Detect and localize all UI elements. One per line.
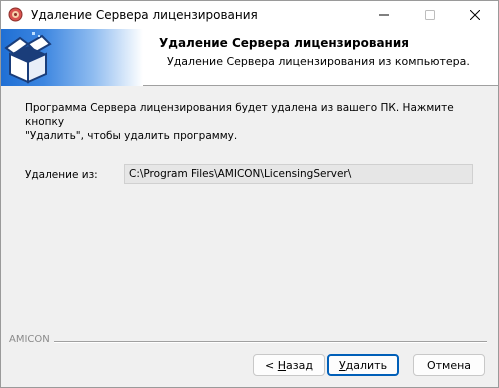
remove-button-label: далить [345,358,388,372]
description-line-2: "Удалить", чтобы удалить программу. [25,130,238,142]
maximize-button [407,1,453,29]
header-subtitle: Удаление Сервера лицензирования из компь… [167,55,470,68]
window-title: Удаление Сервера лицензирования [31,8,258,22]
brand-label: AMICON [9,334,50,345]
minimize-button[interactable] [361,1,407,29]
back-button-prefix: < [265,358,278,372]
remove-button-mnemonic: У [338,358,346,372]
uninstall-path-label: Удаление из: [25,169,98,181]
installer-app-icon [8,7,23,22]
maximize-icon [425,10,435,20]
cancel-button-label: Отмена [426,358,472,372]
title-bar[interactable]: Удаление Сервера лицензирования [1,1,498,29]
cancel-button[interactable]: Отмена [413,354,485,376]
header-title: Удаление Сервера лицензирования [159,36,409,50]
open-box-icon [4,32,52,84]
header-banner-graphic [1,29,143,86]
minimize-icon [379,14,389,16]
uninstall-window: Удаление Сервера лицензирования Удаление… [0,0,499,388]
close-button[interactable] [452,1,498,29]
wizard-header: Удаление Сервера лицензирования Удаление… [1,29,498,86]
description-line-1: Программа Сервера лицензирования будет у… [25,102,454,128]
remove-button[interactable]: Удалить [327,354,399,376]
uninstall-description: Программа Сервера лицензирования будет у… [25,101,485,143]
back-button-label: азад [286,358,313,372]
back-button-mnemonic: Н [277,358,287,372]
back-button[interactable]: < Назад [253,354,325,376]
footer-separator [54,341,487,343]
uninstall-path-field: C:\Program Files\AMICON\LicensingServer\ [124,164,473,184]
close-icon [470,10,480,20]
